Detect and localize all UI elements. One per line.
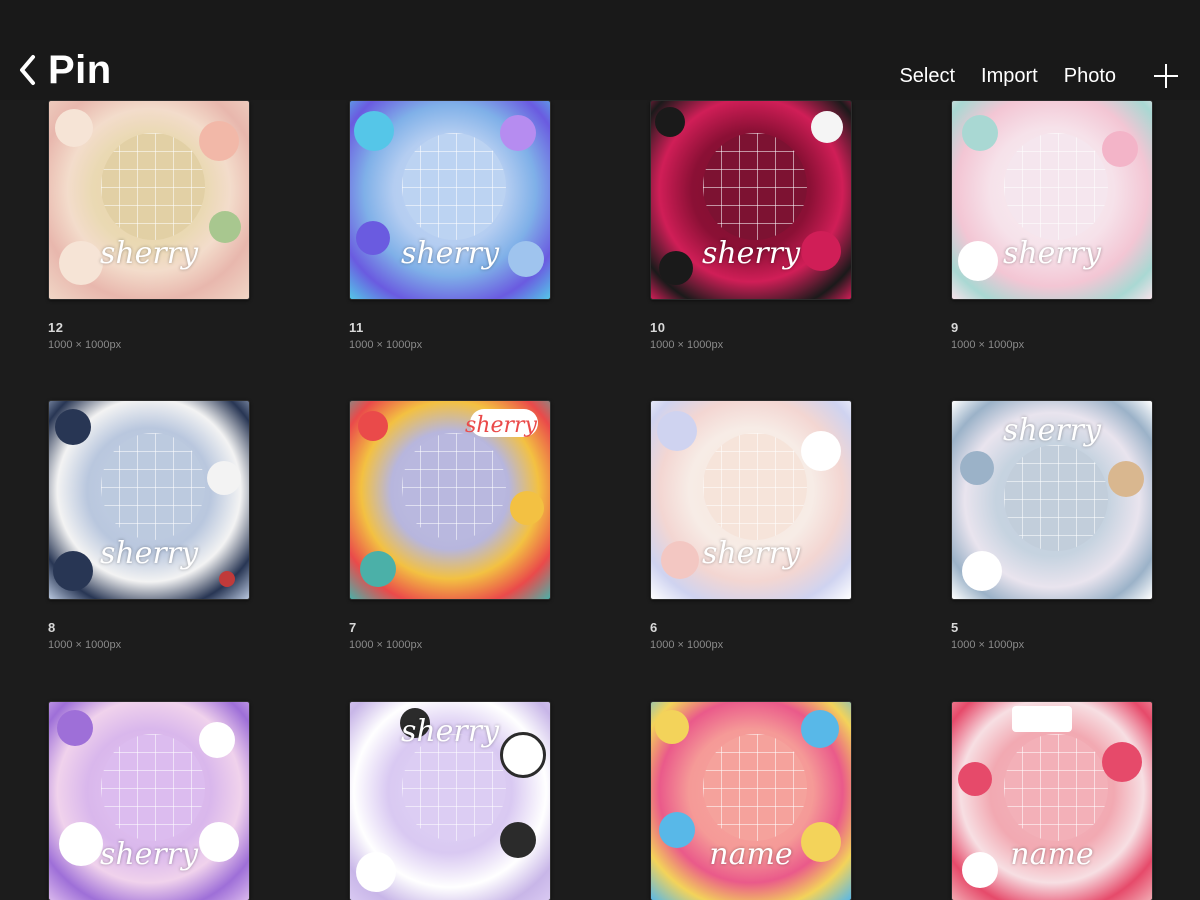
artwork-name: 8 — [48, 620, 56, 635]
artwork-thumbnail[interactable]: name — [650, 701, 852, 900]
artwork-thumbnail[interactable]: name — [951, 701, 1153, 900]
artwork-signature: sherry — [701, 536, 801, 572]
artwork-signature: sherry — [1002, 412, 1102, 448]
artwork-signature: sherry — [400, 713, 500, 749]
artwork-name: 5 — [951, 620, 959, 635]
artwork-signature: name — [709, 837, 793, 873]
artwork-card[interactable]: sherry 8 1000 × 1000px — [48, 400, 250, 651]
artwork-thumbnail[interactable]: sherry — [48, 400, 250, 600]
artwork-signature: sherry — [99, 536, 199, 572]
artwork-name: 10 — [650, 320, 666, 335]
artwork-size: 1000 × 1000px — [650, 339, 724, 351]
artwork-signature: sherry — [99, 837, 199, 873]
artwork-size: 1000 × 1000px — [650, 639, 724, 651]
toolbar-actions: Select Import Photo — [873, 56, 1180, 96]
artwork-card[interactable]: sherry 9 1000 × 1000px — [951, 100, 1153, 351]
artwork-thumbnail[interactable]: sherry — [951, 400, 1153, 600]
artwork-card[interactable]: sherry 10 1000 × 1000px — [650, 100, 852, 351]
artwork-size: 1000 × 1000px — [951, 339, 1025, 351]
artwork-signature: sherry — [400, 236, 500, 272]
artwork-card[interactable]: sherry 12 1000 × 1000px — [48, 100, 250, 351]
artwork-grid: sherry 12 1000 × 1000px sherry 11 1000 ×… — [0, 0, 1200, 900]
artwork-card[interactable]: sherry 11 1000 × 1000px — [349, 100, 551, 351]
artwork-thumbnail[interactable]: sherry — [650, 100, 852, 300]
artwork-thumbnail[interactable]: sherry — [951, 100, 1153, 300]
artwork-name: 12 — [48, 320, 64, 335]
artwork-thumbnail[interactable]: sherry — [349, 100, 551, 300]
artwork-signature: sherry — [1002, 236, 1102, 272]
gallery-screen: sherry 12 1000 × 1000px sherry 11 1000 ×… — [0, 0, 1200, 900]
artwork-signature: sherry — [465, 412, 537, 438]
artwork-size: 1000 × 1000px — [48, 339, 122, 351]
import-button[interactable]: Import — [981, 65, 1038, 88]
artwork-thumbnail[interactable]: sherry — [48, 701, 250, 900]
artwork-name: 9 — [951, 320, 959, 335]
artwork-thumbnail[interactable]: sherry — [48, 100, 250, 300]
artwork-name: 11 — [349, 320, 364, 335]
artwork-signature: sherry — [701, 236, 801, 272]
artwork-name: 6 — [650, 620, 658, 635]
photo-button[interactable]: Photo — [1064, 65, 1116, 88]
artwork-size: 1000 × 1000px — [349, 339, 423, 351]
artwork-signature: name — [1010, 837, 1094, 873]
artwork-card[interactable]: name — [951, 701, 1153, 900]
chevron-left-icon — [18, 54, 38, 86]
artwork-signature: sherry — [99, 236, 199, 272]
artwork-card[interactable]: sherry — [48, 701, 250, 900]
artwork-thumbnail[interactable]: sherry — [650, 400, 852, 600]
artwork-card[interactable]: name — [650, 701, 852, 900]
artwork-name: 7 — [349, 620, 357, 635]
artwork-size: 1000 × 1000px — [951, 639, 1025, 651]
select-button[interactable]: Select — [899, 65, 955, 88]
plus-icon[interactable] — [1152, 62, 1180, 90]
artwork-card[interactable]: sherry — [349, 701, 551, 900]
navigation-bar: Pin Select Import Photo — [0, 0, 1200, 100]
artwork-card[interactable]: sherry 5 1000 × 1000px — [951, 400, 1153, 651]
artwork-size: 1000 × 1000px — [48, 639, 122, 651]
artwork-card[interactable]: sherry 6 1000 × 1000px — [650, 400, 852, 651]
artwork-thumbnail[interactable]: sherry — [349, 701, 551, 900]
artwork-thumbnail[interactable]: sherry — [349, 400, 551, 600]
back-button[interactable]: Pin — [18, 48, 112, 92]
artwork-size: 1000 × 1000px — [349, 639, 423, 651]
page-title: Pin — [48, 47, 112, 92]
artwork-card[interactable]: sherry 7 1000 × 1000px — [349, 400, 551, 651]
